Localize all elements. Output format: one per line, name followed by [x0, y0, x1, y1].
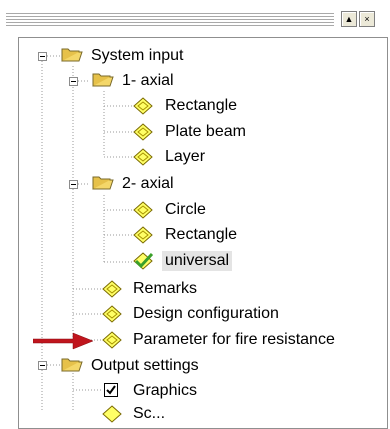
- folder-icon: [92, 176, 114, 190]
- expander-output-settings[interactable]: [38, 361, 47, 370]
- tree-item-circle[interactable]: Circle: [165, 200, 206, 220]
- diamond-icon: [133, 148, 153, 166]
- diamond-icon: [102, 331, 122, 349]
- red-arrow-icon: [33, 332, 94, 350]
- tree-item-1-axial[interactable]: 1- axial: [122, 71, 174, 91]
- diamond-icon: [133, 97, 153, 115]
- tree-item-2-axial[interactable]: 2- axial: [122, 174, 174, 194]
- tree-item-output-settings[interactable]: Output settings: [91, 356, 199, 376]
- checkmark-icon: [106, 385, 116, 395]
- diamond-icon: [102, 305, 122, 323]
- checked-diamond-icon: [133, 252, 154, 270]
- diamond-icon: [102, 405, 122, 423]
- diamond-icon: [133, 226, 153, 244]
- tree-item-remarks[interactable]: Remarks: [133, 279, 197, 299]
- tree-item-design-configuration[interactable]: Design configuration: [133, 304, 279, 324]
- tree-item-universal[interactable]: universal: [162, 251, 233, 271]
- diamond-icon: [102, 280, 122, 298]
- expander-system-input[interactable]: [38, 52, 47, 61]
- tree-item-layer[interactable]: Layer: [165, 147, 205, 167]
- diamond-icon: [133, 201, 153, 219]
- diamond-icon: [133, 123, 153, 141]
- tree-item-rectangle-2[interactable]: Rectangle: [165, 225, 237, 245]
- tree-item-rectangle-1[interactable]: Rectangle: [165, 96, 237, 116]
- folder-icon: [92, 73, 114, 87]
- folder-icon: [61, 48, 83, 62]
- tree-item-fire-resistance[interactable]: Parameter for fire resistance: [133, 330, 335, 350]
- graphics-checkbox[interactable]: [104, 383, 118, 397]
- tree-item-plate-beam[interactable]: Plate beam: [165, 122, 246, 142]
- tree-item-system-input[interactable]: System input: [91, 46, 183, 66]
- expander-2-axial[interactable]: [69, 180, 78, 189]
- tree-item-partial[interactable]: Sc...: [133, 404, 165, 424]
- folder-icon: [61, 358, 83, 372]
- tree-item-graphics[interactable]: Graphics: [133, 381, 197, 401]
- expander-1-axial[interactable]: [69, 77, 78, 86]
